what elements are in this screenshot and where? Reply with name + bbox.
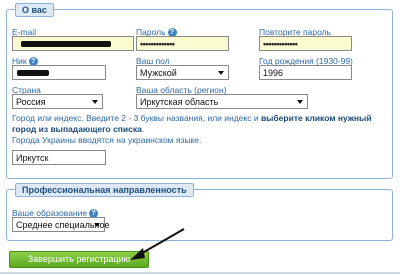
- city-hint-ukraine: Города Украины вводятся на украинском яз…: [12, 135, 202, 145]
- education-select[interactable]: Среднее специальное: [12, 217, 110, 232]
- password-value: •••••••••••••: [140, 39, 175, 49]
- chevron-down-icon: [218, 71, 224, 75]
- chevron-down-icon: [92, 100, 98, 104]
- prof-legend: Профессиональная направленность: [15, 183, 194, 197]
- nick-redaction: [17, 70, 49, 76]
- country-select[interactable]: Россия: [12, 94, 103, 109]
- city-value: Иркутск: [16, 153, 49, 163]
- nick-field[interactable]: [12, 65, 106, 80]
- country-value: Россия: [16, 97, 46, 107]
- region-select[interactable]: Иркутская область: [136, 94, 308, 109]
- region-value: Иркутская область: [140, 97, 219, 107]
- submit-registration-button[interactable]: Завершить регистрацию: [9, 251, 149, 268]
- birth-year-value: 1996: [263, 68, 284, 78]
- about-legend: О вас: [15, 3, 54, 17]
- password-field[interactable]: •••••••••••••: [136, 36, 229, 51]
- email-redaction: [21, 41, 111, 47]
- email-field[interactable]: [12, 36, 134, 51]
- gender-select[interactable]: Мужской: [136, 65, 229, 80]
- chevron-down-icon: [297, 100, 303, 104]
- gender-value: Мужской: [140, 68, 177, 78]
- bottom-divider: [0, 272, 400, 274]
- password-repeat-field[interactable]: •••••••••••••: [259, 36, 352, 51]
- city-hint-part2: .: [141, 124, 145, 134]
- city-hint: Город или индекс. Введите 2 - 3 буквы на…: [12, 113, 392, 146]
- birth-year-field[interactable]: 1996: [259, 65, 352, 80]
- password-repeat-value: •••••••••••••: [263, 39, 298, 49]
- city-hint-part1: Город или индекс. Введите 2 - 3 буквы на…: [12, 113, 261, 123]
- chevron-down-icon: [94, 223, 100, 227]
- city-field[interactable]: Иркутск: [12, 150, 106, 165]
